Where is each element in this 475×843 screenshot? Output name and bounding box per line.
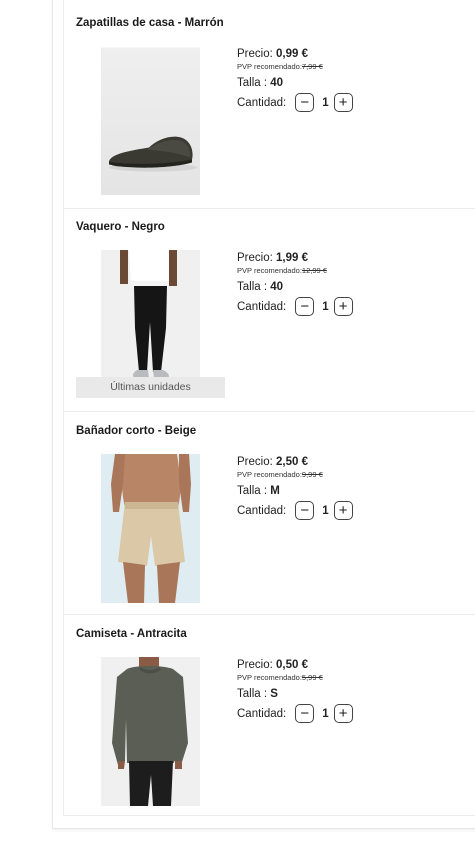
minus-icon[interactable]: − (295, 93, 315, 112)
size-line: Talla : 40 (237, 281, 353, 293)
quantity-value: 1 (322, 504, 329, 517)
quantity-stepper: Cantidad: − 1 + (237, 704, 353, 723)
rrp-value: 12,99 € (301, 266, 327, 275)
item-divider (64, 208, 475, 209)
quantity-stepper: Cantidad: − 1 + (237, 93, 353, 112)
quantity-stepper: Cantidad: − 1 + (237, 501, 353, 520)
product-title: Bañador corto - Beige (76, 425, 197, 437)
product-title: Vaquero - Negro (76, 221, 165, 233)
minus-icon[interactable]: − (295, 704, 315, 723)
size-line: Talla : M (237, 485, 353, 497)
low-stock-badge: Últimas unidades (76, 377, 225, 398)
cart-item: Zapatillas de casa - Marrón Precio: 0,99… (64, 17, 475, 207)
price-label: Precio: (237, 456, 273, 468)
price-label: Precio: (237, 659, 273, 671)
rrp-label: PVP recomendado: (237, 62, 302, 71)
size-value: 40 (270, 77, 284, 89)
minus-icon[interactable]: − (295, 501, 315, 520)
rrp-line: PVP recomendado:7,99 € (237, 62, 353, 71)
rrp-line: PVP recomendado:5,99 € (237, 673, 353, 682)
size-line: Talla : S (237, 688, 353, 700)
rrp-value: 9,99 € (301, 470, 323, 479)
price-value: 0,50 € (276, 659, 308, 671)
price-label: Precio: (237, 252, 273, 264)
cart-item: Bañador corto - Beige Precio: 2,50 € PVP… (64, 425, 475, 610)
minus-icon[interactable]: − (295, 297, 315, 316)
cart-item: Camiseta - Antracita Precio: 0,50 € PVP … (64, 628, 475, 813)
product-info: Precio: 2,50 € PVP recomendado:9,99 € Ta… (237, 456, 353, 520)
quantity-value: 1 (322, 96, 329, 109)
plus-icon[interactable]: + (333, 93, 353, 112)
quantity-value: 1 (322, 707, 329, 720)
jeans-image (101, 250, 200, 382)
product-title: Camiseta - Antracita (76, 628, 187, 640)
plus-icon[interactable]: + (333, 297, 353, 316)
price-value: 1,99 € (276, 252, 308, 264)
size-line: Talla : 40 (237, 77, 353, 89)
size-value: M (270, 485, 280, 497)
price-label: Precio: (237, 48, 273, 60)
quantity-label: Cantidad: (237, 504, 287, 517)
price-line: Precio: 1,99 € (237, 252, 353, 264)
item-divider (64, 614, 475, 615)
product-image[interactable] (101, 657, 200, 806)
rrp-line: PVP recomendado:12,99 € (237, 266, 353, 275)
price-value: 0,99 € (276, 48, 308, 60)
size-label: Talla : (237, 77, 268, 89)
plus-icon[interactable]: + (333, 501, 353, 520)
product-info: Precio: 0,50 € PVP recomendado:5,99 € Ta… (237, 659, 353, 723)
rrp-label: PVP recomendado: (237, 470, 302, 479)
price-line: Precio: 0,99 € (237, 48, 353, 60)
quantity-stepper: Cantidad: − 1 + (237, 297, 353, 316)
price-line: Precio: 0,50 € (237, 659, 353, 671)
tshirt-image (101, 657, 200, 806)
price-value: 2,50 € (276, 456, 308, 468)
product-image[interactable] (101, 454, 200, 603)
rrp-label: PVP recomendado: (237, 266, 302, 275)
product-image[interactable] (101, 250, 200, 382)
quantity-label: Cantidad: (237, 300, 287, 313)
product-info: Precio: 1,99 € PVP recomendado:12,99 € T… (237, 252, 353, 316)
rrp-line: PVP recomendado:9,99 € (237, 470, 353, 479)
plus-icon[interactable]: + (333, 704, 353, 723)
quantity-label: Cantidad: (237, 707, 287, 720)
quantity-label: Cantidad: (237, 96, 287, 109)
rrp-value: 7,99 € (301, 62, 323, 71)
rrp-label: PVP recomendado: (237, 673, 302, 682)
quantity-value: 1 (322, 300, 329, 313)
size-label: Talla : (237, 688, 268, 700)
price-line: Precio: 2,50 € (237, 456, 353, 468)
size-value: 40 (270, 281, 284, 293)
rrp-value: 5,99 € (301, 673, 323, 682)
product-info: Precio: 0,99 € PVP recomendado:7,99 € Ta… (237, 48, 353, 112)
item-divider (64, 411, 475, 412)
product-image[interactable] (101, 47, 200, 195)
size-label: Talla : (237, 281, 268, 293)
cart-item: Vaquero - Negro Últimas unidades Precio:… (64, 221, 475, 406)
slipper-image (101, 47, 200, 195)
product-title: Zapatillas de casa - Marrón (76, 17, 224, 29)
swim-shorts-image (101, 454, 200, 603)
size-value: S (270, 688, 278, 700)
size-label: Talla : (237, 485, 268, 497)
